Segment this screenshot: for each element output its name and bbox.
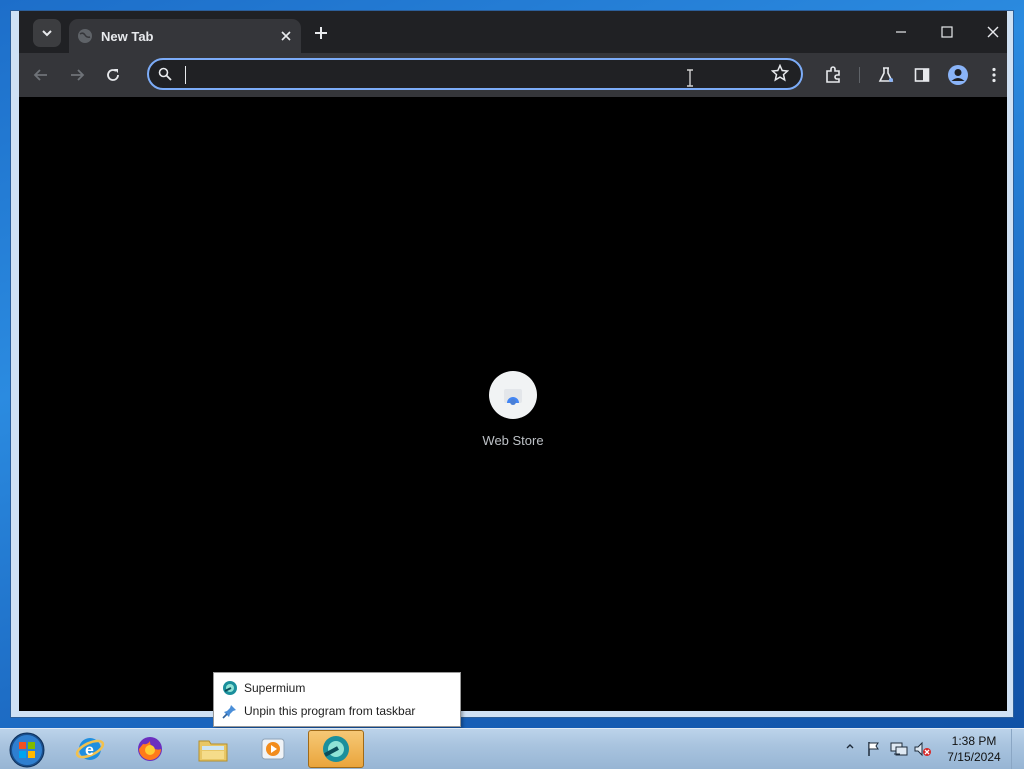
toolbar-separator bbox=[859, 67, 860, 83]
reload-icon bbox=[107, 69, 119, 81]
internet-explorer-icon: e bbox=[75, 738, 105, 760]
svg-text:e: e bbox=[85, 742, 94, 759]
network-icon[interactable] bbox=[890, 741, 908, 757]
supermium-icon bbox=[223, 681, 237, 695]
maximize-icon bbox=[941, 26, 953, 38]
supermium-icon bbox=[323, 736, 349, 762]
close-window-button[interactable] bbox=[973, 19, 1013, 45]
minimize-button[interactable] bbox=[881, 19, 921, 45]
tab-close-button[interactable] bbox=[275, 25, 297, 47]
shortcut-label: Web Store bbox=[482, 433, 544, 448]
new-tab-button[interactable] bbox=[309, 21, 333, 45]
profile-button[interactable] bbox=[944, 61, 972, 89]
action-center-flag-icon[interactable] bbox=[866, 741, 882, 757]
taskbar-file-explorer[interactable] bbox=[185, 730, 241, 768]
chevron-down-icon bbox=[42, 30, 52, 37]
extensions-button[interactable] bbox=[819, 61, 847, 89]
new-tab-page: Web Store bbox=[19, 97, 1007, 711]
text-cursor-icon bbox=[687, 69, 693, 87]
arrow-right-icon bbox=[71, 69, 85, 81]
address-input[interactable] bbox=[183, 64, 767, 86]
taskbar-supermium[interactable] bbox=[308, 730, 364, 768]
jump-list-item-unpin[interactable]: Unpin this program from taskbar bbox=[222, 702, 415, 720]
browser-toolbar bbox=[19, 53, 1007, 97]
firefox-icon bbox=[138, 737, 162, 761]
show-hidden-icons-arrow[interactable] bbox=[845, 741, 855, 751]
flask-icon bbox=[878, 67, 894, 82]
tab-new-tab[interactable]: New Tab bbox=[69, 19, 301, 53]
file-explorer-icon bbox=[198, 740, 228, 762]
side-panel-icon bbox=[914, 68, 930, 82]
arrow-left-icon bbox=[33, 69, 47, 81]
back-button[interactable] bbox=[27, 61, 55, 89]
title-bar: New Tab bbox=[19, 11, 1007, 53]
minimize-icon bbox=[896, 31, 906, 33]
search-icon bbox=[158, 67, 172, 81]
maximize-button[interactable] bbox=[927, 19, 967, 45]
clock-date: 7/15/2024 bbox=[947, 750, 1001, 764]
menu-button[interactable] bbox=[980, 61, 1008, 89]
jump-list-label: Unpin this program from taskbar bbox=[244, 704, 416, 718]
shortcut-icon-circle bbox=[489, 371, 537, 419]
avatar-icon bbox=[948, 65, 968, 85]
show-desktop-button[interactable] bbox=[1011, 729, 1024, 769]
puzzle-piece-icon bbox=[826, 66, 840, 83]
taskbar-firefox[interactable] bbox=[122, 730, 178, 768]
close-icon bbox=[987, 26, 999, 38]
start-button[interactable] bbox=[8, 731, 46, 769]
star-icon bbox=[770, 63, 790, 82]
clock-time: 1:38 PM bbox=[951, 734, 997, 748]
forward-button[interactable] bbox=[63, 61, 91, 89]
reload-button[interactable] bbox=[99, 61, 127, 89]
shortcut-web-store[interactable]: Web Store bbox=[481, 371, 545, 448]
kebab-menu-icon bbox=[992, 67, 996, 83]
taskbar-internet-explorer[interactable]: e bbox=[62, 730, 118, 768]
unpin-icon bbox=[222, 705, 236, 719]
taskbar-jump-list: Supermium Unpin this program from taskba… bbox=[213, 672, 461, 727]
text-caret bbox=[185, 66, 186, 84]
globe-icon bbox=[78, 29, 92, 43]
browser-window: New Tab Web Store bbox=[10, 10, 1014, 718]
bookmark-star-button[interactable] bbox=[770, 63, 790, 87]
volume-muted-icon[interactable] bbox=[914, 741, 932, 757]
taskbar: e 1:38 PM 7/15/2024 bbox=[0, 728, 1024, 769]
tab-search-button[interactable] bbox=[33, 19, 61, 47]
side-panel-button[interactable] bbox=[908, 61, 936, 89]
system-clock[interactable]: 1:38 PM 7/15/2024 bbox=[936, 733, 1012, 765]
taskbar-media-player[interactable] bbox=[245, 730, 301, 768]
jump-list-label: Supermium bbox=[244, 681, 306, 695]
plus-icon bbox=[315, 27, 327, 39]
close-icon bbox=[281, 31, 291, 41]
address-bar[interactable] bbox=[147, 58, 803, 90]
media-player-icon bbox=[261, 738, 285, 760]
web-store-icon bbox=[504, 389, 522, 405]
tab-title: New Tab bbox=[101, 28, 154, 44]
jump-list-item-supermium[interactable]: Supermium bbox=[222, 679, 305, 697]
labs-button[interactable] bbox=[872, 61, 900, 89]
